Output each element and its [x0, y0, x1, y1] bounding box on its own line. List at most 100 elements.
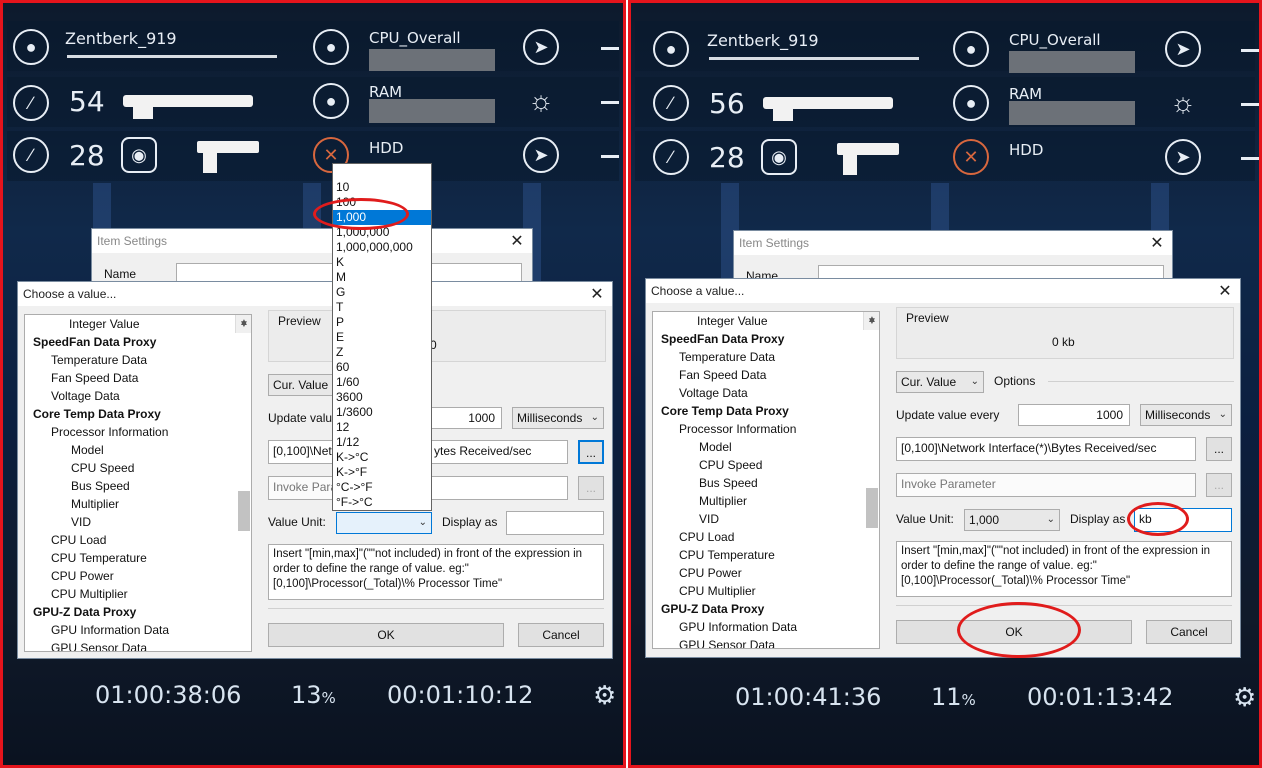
tree-item[interactable]: Integer Value [25, 315, 251, 333]
value-unit-dropdown[interactable]: 1,000 ⌄ [964, 509, 1060, 531]
tree-item[interactable]: Model [25, 441, 251, 459]
tree-item[interactable]: CPU Temperature [653, 546, 879, 564]
scroll-down-icon[interactable]: ▼ [864, 314, 879, 330]
unit-option[interactable]: K->°C [333, 450, 431, 465]
tree-group[interactable]: GPU-Z Data Proxy [25, 603, 251, 621]
tree-item[interactable]: VID [25, 513, 251, 531]
tree-item[interactable]: VID [653, 510, 879, 528]
tree-group[interactable]: GPU-Z Data Proxy [653, 600, 879, 618]
tree-item[interactable]: Model [653, 438, 879, 456]
percent-number: 11 [931, 683, 962, 711]
tree-item[interactable]: CPU Power [653, 564, 879, 582]
unit-option[interactable]: 1/3600 [333, 405, 431, 420]
tree-item[interactable]: Voltage Data [25, 387, 251, 405]
browse-button[interactable]: ... [578, 440, 604, 464]
tree-item[interactable]: Bus Speed [653, 474, 879, 492]
value-tree[interactable]: Integer Value SpeedFan Data Proxy Temper… [24, 314, 252, 652]
chevron-down-icon: ⌄ [970, 376, 979, 387]
tree-item[interactable]: Bus Speed [25, 477, 251, 495]
tree-item[interactable]: Temperature Data [653, 348, 879, 366]
value-unit-dropdown[interactable]: ⌄ [336, 512, 432, 534]
tree-item[interactable]: Multiplier [653, 492, 879, 510]
tree-item[interactable]: CPU Speed [653, 456, 879, 474]
close-icon[interactable]: ✕ [1142, 233, 1172, 253]
unit-option[interactable]: °C->°F [333, 480, 431, 495]
close-icon[interactable]: ✕ [502, 231, 532, 251]
unit-option[interactable]: M [333, 270, 431, 285]
browse-button[interactable]: ... [1206, 437, 1232, 461]
unit-option[interactable]: 10 [333, 180, 431, 195]
tree-item[interactable]: Temperature Data [25, 351, 251, 369]
ok-button[interactable]: OK [268, 623, 504, 647]
tree-group[interactable]: SpeedFan Data Proxy [653, 330, 879, 348]
tree-scrollbar[interactable]: ▲ ▼ [863, 312, 879, 528]
unit-option[interactable]: °F->°C [333, 495, 431, 510]
tree-item[interactable]: Voltage Data [653, 384, 879, 402]
unit-option[interactable]: 3600 [333, 390, 431, 405]
gear-icon[interactable]: ⚙ [1233, 683, 1256, 713]
tree-item[interactable]: CPU Temperature [25, 549, 251, 567]
unit-option[interactable]: T [333, 300, 431, 315]
update-unit-dropdown[interactable]: Milliseconds ⌄ [512, 407, 604, 429]
unit-option[interactable]: 1/12 [333, 435, 431, 450]
tree-group[interactable]: Core Temp Data Proxy [25, 405, 251, 423]
tree-group[interactable]: SpeedFan Data Proxy [25, 333, 251, 351]
tree-item[interactable]: Multiplier [25, 495, 251, 513]
range-hint-text: Insert "[min,max]"(""not included) in fr… [896, 541, 1232, 597]
minus-icon [601, 155, 619, 158]
invoke-browse-button[interactable]: ... [1206, 473, 1232, 497]
tree-item[interactable]: GPU Information Data [653, 618, 879, 636]
tree-item[interactable]: GPU Sensor Data [653, 636, 879, 648]
unit-option[interactable]: 12 [333, 420, 431, 435]
invoke-parameter-field-right[interactable] [430, 476, 568, 500]
tree-item[interactable]: Processor Information [25, 423, 251, 441]
tree-item[interactable]: GPU Sensor Data [25, 639, 251, 651]
update-interval-field[interactable]: 1000 [430, 407, 502, 429]
unit-option[interactable]: E [333, 330, 431, 345]
path-field-right[interactable]: ytes Received/sec [430, 440, 568, 464]
unit-option[interactable]: 60 [333, 360, 431, 375]
preview-label: Preview [906, 311, 949, 325]
tree-item[interactable]: Integer Value [653, 312, 879, 330]
scroll-down-icon[interactable]: ▼ [236, 317, 251, 333]
close-icon[interactable]: ✕ [1210, 281, 1240, 301]
tree-item[interactable]: CPU Power [25, 567, 251, 585]
tree-item[interactable]: GPU Information Data [25, 621, 251, 639]
unit-option[interactable]: P [333, 315, 431, 330]
tree-group[interactable]: Core Temp Data Proxy [653, 402, 879, 420]
unit-option[interactable]: 1/60 [333, 375, 431, 390]
tree-item[interactable]: Fan Speed Data [25, 369, 251, 387]
unit-option[interactable]: G [333, 285, 431, 300]
unit-option[interactable]: K [333, 255, 431, 270]
scroll-thumb[interactable] [238, 491, 250, 531]
cur-value-dropdown[interactable]: Cur. Value [268, 374, 338, 396]
invoke-parameter-field[interactable]: Invoke Parameter [896, 473, 1196, 497]
unit-option[interactable]: K->°F [333, 465, 431, 480]
tree-item[interactable]: CPU Multiplier [653, 582, 879, 600]
cancel-button[interactable]: Cancel [518, 623, 604, 647]
display-as-field[interactable] [506, 511, 604, 535]
counter-path-field[interactable]: [0,100]\Network Interface(*)\Bytes Recei… [896, 437, 1196, 461]
tree-item[interactable]: CPU Speed [25, 459, 251, 477]
tree-item[interactable]: Fan Speed Data [653, 366, 879, 384]
value-unit-text: 1,000 [969, 513, 1000, 527]
unit-option[interactable]: Z [333, 345, 431, 360]
path-field-left[interactable]: [0,100]\Netw [268, 440, 334, 464]
tree-item[interactable]: CPU Load [653, 528, 879, 546]
percent-value: 11% [931, 683, 976, 711]
cur-value-dropdown[interactable]: Cur. Value ⌄ [896, 371, 984, 393]
update-unit-dropdown[interactable]: Milliseconds ⌄ [1140, 404, 1232, 426]
unit-option[interactable]: 1,000,000,000 [333, 240, 431, 255]
tree-scrollbar[interactable]: ▲ ▼ [235, 315, 251, 531]
update-interval-field[interactable]: 1000 [1018, 404, 1130, 426]
invoke-parameter-field[interactable]: Invoke Para [268, 476, 334, 500]
value-tree[interactable]: Integer Value SpeedFan Data Proxy Temper… [652, 311, 880, 649]
scroll-thumb[interactable] [866, 488, 878, 528]
tree-item[interactable]: CPU Load [25, 531, 251, 549]
invoke-browse-button[interactable]: ... [578, 476, 604, 500]
close-icon[interactable]: ✕ [582, 284, 612, 304]
gear-icon[interactable]: ⚙ [593, 681, 616, 711]
tree-item[interactable]: Processor Information [653, 420, 879, 438]
tree-item[interactable]: CPU Multiplier [25, 585, 251, 603]
cancel-button[interactable]: Cancel [1146, 620, 1232, 644]
